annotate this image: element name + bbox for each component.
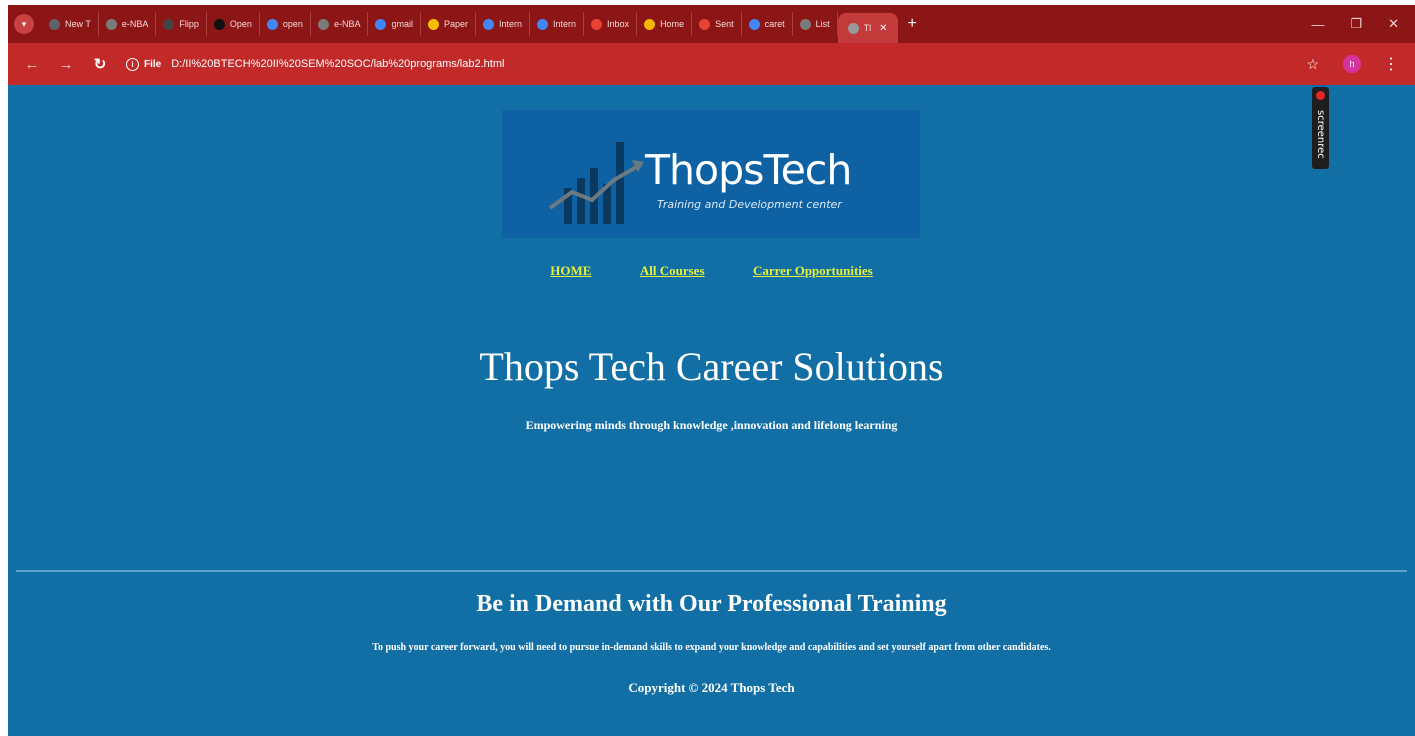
address-bar[interactable]: i File D:/II%20BTECH%20II%20SEM%20SOC/la…: [126, 50, 1290, 78]
bookmark-star-icon[interactable]: ☆: [1306, 56, 1319, 73]
section-divider: [16, 570, 1407, 572]
tab-strip: ▾ New T e-NBA Flipp Open open e-NBA gmail Paper…: [8, 5, 1415, 43]
thopstech-logo: ThopsTech Training and Development cente…: [502, 110, 920, 238]
chatgpt-icon: [163, 18, 175, 30]
browser-tab[interactable]: open: [260, 12, 311, 36]
tab-title: Intern: [499, 19, 523, 29]
docs-icon: [483, 18, 494, 30]
browser-tab[interactable]: Intern: [530, 12, 585, 36]
tab-title: Open: [229, 19, 252, 29]
browser-tab[interactable]: Flipp: [156, 12, 207, 36]
record-dot-icon: [1316, 91, 1325, 100]
browser-tab[interactable]: gmail: [368, 12, 421, 36]
chrome-icon: [49, 18, 60, 30]
browser-tab[interactable]: Intern: [476, 12, 531, 36]
tab-title: Home: [660, 19, 685, 29]
browser-tab-active[interactable]: Tl ✕: [837, 13, 898, 43]
google-icon: [266, 18, 278, 30]
menu-kebab-icon[interactable]: ⋮: [1383, 54, 1399, 74]
browser-tab[interactable]: List: [793, 12, 838, 36]
tab-search-button[interactable]: ▾: [14, 14, 34, 34]
forward-icon[interactable]: →: [56, 56, 76, 73]
logo-subtitle: Training and Development center: [657, 198, 842, 211]
tab-title: New T: [65, 19, 91, 29]
docs-icon: [537, 18, 549, 30]
classroom-icon: [644, 18, 656, 30]
close-tab-icon[interactable]: ✕: [879, 23, 887, 34]
tab-title: Inbox: [607, 19, 630, 29]
tab-title: Sent: [715, 19, 734, 29]
nav-link-home[interactable]: HOME: [550, 263, 591, 278]
openai-icon: [213, 18, 225, 30]
tab-title: Tl: [863, 23, 872, 33]
tab-title: List: [815, 19, 830, 29]
close-window-icon[interactable]: ✕: [1388, 16, 1399, 32]
google-icon: [375, 18, 387, 30]
footer-copyright: Copyright © 2024 Thops Tech: [628, 680, 795, 695]
tab-title: open: [282, 19, 303, 29]
drive-icon: [427, 18, 439, 30]
scheme-label: File: [144, 58, 162, 70]
tab-title: e-NBA: [121, 19, 149, 29]
tab-title: Paper: [443, 19, 468, 29]
tab-title: Flipp: [179, 19, 199, 29]
tab-title: Intern: [553, 19, 577, 29]
nav-link-career-opportunities[interactable]: Carrer Opportunities: [753, 263, 873, 278]
browser-tab[interactable]: e-NBA: [311, 12, 369, 36]
info-icon: i: [126, 57, 139, 71]
new-tab-button[interactable]: +: [908, 15, 917, 33]
url-text: D:/II%20BTECH%20II%20SEM%20SOC/lab%20pro…: [171, 58, 505, 70]
nav-link-all-courses[interactable]: All Courses: [640, 263, 705, 278]
reload-icon[interactable]: ↻: [90, 55, 110, 73]
globe-icon: [105, 18, 117, 30]
globe-icon: [799, 18, 811, 30]
browser-window: ▾ New T e-NBA Flipp Open open e-NBA gmail Paper…: [8, 5, 1415, 736]
browser-tab[interactable]: e-NBA: [99, 12, 157, 36]
globe-icon: [317, 18, 329, 30]
browser-tab[interactable]: Open: [207, 12, 260, 36]
browser-tab[interactable]: caret: [742, 12, 793, 36]
gmail-icon: [591, 18, 603, 30]
logo-title: ThopsTech: [645, 146, 852, 194]
tab-list: New T e-NBA Flipp Open open e-NBA gmail Paper In…: [42, 5, 898, 43]
back-icon[interactable]: ←: [22, 56, 42, 73]
section-title: Be in Demand with Our Professional Train…: [476, 591, 947, 617]
gmail-icon: [699, 18, 711, 30]
minimize-icon[interactable]: —: [1311, 17, 1324, 32]
globe-icon: [847, 22, 859, 34]
restore-icon[interactable]: ❐: [1350, 16, 1362, 32]
profile-avatar[interactable]: h: [1343, 55, 1361, 73]
site-info-button[interactable]: i File: [126, 57, 162, 71]
browser-tab[interactable]: Sent: [692, 12, 742, 36]
browser-tab[interactable]: Inbox: [584, 12, 638, 36]
screenrec-widget[interactable]: screenrec: [1312, 87, 1329, 169]
tab-title: caret: [764, 19, 785, 29]
screenrec-label: screenrec: [1315, 109, 1326, 159]
hero-title: Thops Tech Career Solutions: [479, 344, 944, 389]
hero-subtitle: Empowering minds through knowledge ,inno…: [525, 418, 898, 432]
web-page: ThopsTech Training and Development cente…: [8, 85, 1415, 736]
browser-tab[interactable]: New T: [42, 12, 99, 36]
browser-tab[interactable]: Home: [637, 12, 693, 36]
bookmark-icon: [748, 18, 760, 30]
main-nav: HOME All Courses Carrer Opportunities: [8, 262, 1415, 280]
section-text: To push your career forward, you will ne…: [372, 642, 1051, 653]
browser-toolbar: ← → ↻ i File D:/II%20BTECH%20II%20SEM%20…: [8, 43, 1415, 85]
tab-title: gmail: [391, 19, 413, 29]
browser-tab[interactable]: Paper: [421, 12, 476, 36]
tab-title: e-NBA: [333, 19, 361, 29]
window-controls: — ❐ ✕: [1311, 16, 1415, 32]
